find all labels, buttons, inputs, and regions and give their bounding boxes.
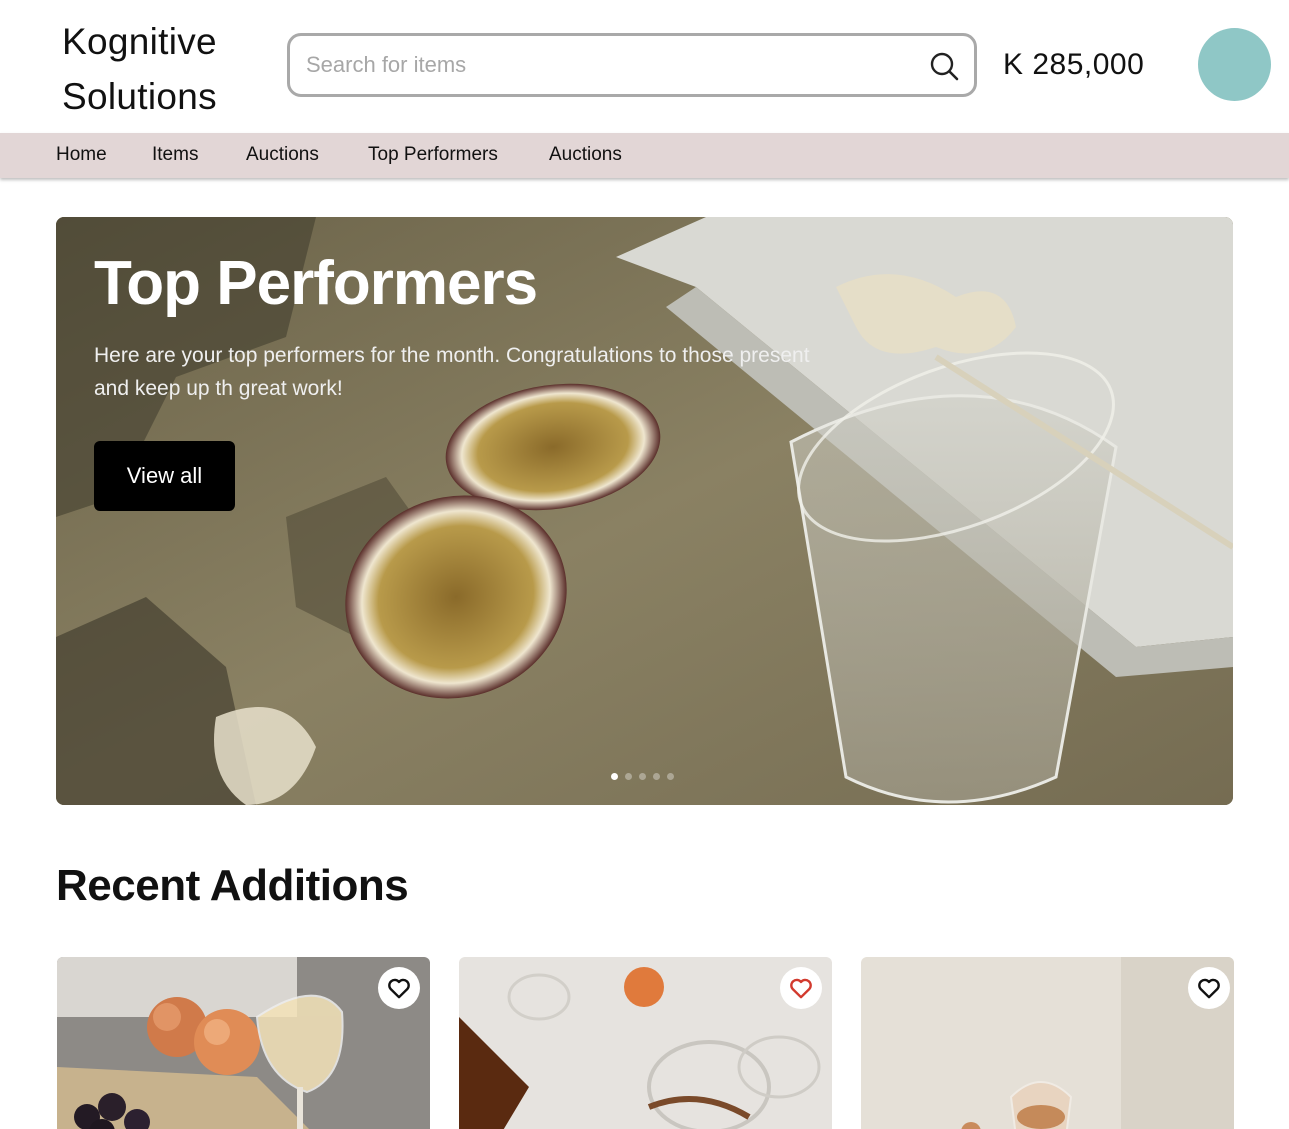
carousel-dot-4[interactable] — [653, 773, 660, 780]
favorite-button-1[interactable] — [378, 967, 420, 1009]
nav-item-home[interactable]: Home — [56, 144, 107, 166]
nav-item-items[interactable]: Items — [152, 144, 198, 166]
heart-outline-icon — [790, 978, 812, 999]
item-image-1 — [57, 957, 430, 1129]
carousel-dot-5[interactable] — [667, 773, 674, 780]
main-nav: Home Items Auctions Top Performers Aucti… — [0, 133, 1289, 178]
favorite-button-2[interactable] — [780, 967, 822, 1009]
carousel-dot-3[interactable] — [639, 773, 646, 780]
carousel-dot-2[interactable] — [625, 773, 632, 780]
nav-item-top-performers[interactable]: Top Performers — [368, 144, 498, 166]
brand-line-1: Kognitive — [62, 21, 217, 62]
hero-banner: Top Performers Here are your top perform… — [56, 217, 1233, 805]
search-box — [287, 33, 977, 97]
favorite-button-3[interactable] — [1188, 967, 1230, 1009]
search-input[interactable] — [306, 44, 906, 86]
nav-item-auctions-2[interactable]: Auctions — [549, 144, 622, 166]
carousel-indicators — [611, 773, 674, 781]
item-image-3 — [861, 957, 1234, 1129]
hero-title: Top Performers — [94, 249, 538, 318]
item-card-2[interactable] — [459, 957, 832, 1129]
item-card-1[interactable] — [57, 957, 430, 1129]
nav-item-auctions[interactable]: Auctions — [246, 144, 319, 166]
view-all-button[interactable]: View all — [94, 441, 235, 511]
brand-line-2: Solutions — [62, 76, 217, 117]
heart-outline-icon — [388, 978, 410, 999]
account-balance: K 285,000 — [1003, 48, 1145, 81]
item-image-2 — [459, 957, 832, 1129]
carousel-dot-1[interactable] — [611, 773, 618, 780]
hero-description: Here are your top performers for the mon… — [94, 344, 810, 400]
heart-outline-icon — [1198, 978, 1220, 999]
brand-logo[interactable]: Kognitive Solutions — [62, 14, 262, 124]
recent-additions-title: Recent Additions — [56, 861, 409, 910]
item-card-3[interactable] — [861, 957, 1234, 1129]
avatar[interactable] — [1198, 28, 1271, 101]
header: Kognitive Solutions K 285,000 — [0, 0, 1289, 133]
search-icon[interactable] — [928, 50, 960, 82]
